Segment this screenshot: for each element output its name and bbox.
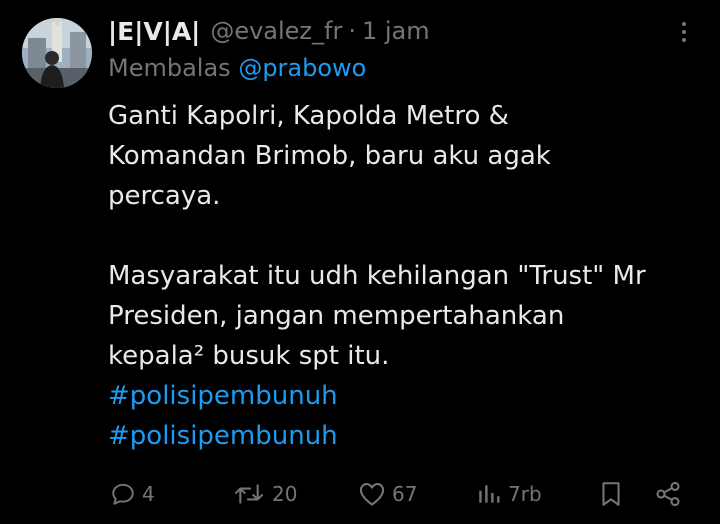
reply-count: 4 bbox=[142, 482, 155, 506]
text-line: kepala² busuk spt itu. bbox=[108, 341, 390, 371]
reply-button[interactable]: 4 bbox=[110, 476, 155, 512]
timestamp[interactable]: 1 jam bbox=[362, 17, 430, 45]
bookmark-button[interactable] bbox=[598, 476, 624, 512]
tweet-header: |E|V|A| @evalez_fr · 1 jam bbox=[108, 12, 430, 50]
paragraph-2: Masyarakat itu udh kehilangan "Trust" Mr… bbox=[108, 256, 698, 376]
like-count: 67 bbox=[392, 482, 418, 506]
like-button[interactable]: 67 bbox=[358, 476, 417, 512]
user-handle[interactable]: @evalez_fr bbox=[210, 17, 342, 45]
share-icon bbox=[654, 480, 682, 508]
action-bar: 4 20 67 7rb bbox=[108, 476, 698, 512]
paragraph-1: Ganti Kapolri, Kapolda Metro & Komandan … bbox=[108, 96, 698, 216]
repost-count: 20 bbox=[272, 482, 298, 506]
avatar[interactable] bbox=[22, 18, 92, 88]
views-button[interactable]: 7rb bbox=[476, 476, 542, 512]
reply-prefix: Membalas bbox=[108, 54, 231, 82]
bookmark-icon bbox=[598, 480, 624, 508]
text-line: Ganti Kapolri, Kapolda Metro & bbox=[108, 101, 509, 131]
reply-mention[interactable]: @prabowo bbox=[238, 54, 366, 82]
hashtag-link[interactable]: #polisipembunuh bbox=[108, 416, 698, 456]
repost-icon bbox=[232, 481, 266, 507]
hashtag-link[interactable]: #polisipembunuh bbox=[108, 376, 698, 416]
more-icon[interactable] bbox=[674, 18, 694, 46]
display-name[interactable]: |E|V|A| bbox=[108, 17, 200, 46]
reply-context: Membalas @prabowo bbox=[108, 54, 366, 82]
separator: · bbox=[348, 17, 356, 45]
repost-button[interactable]: 20 bbox=[232, 476, 297, 512]
text-line: Masyarakat itu udh kehilangan "Trust" Mr bbox=[108, 261, 646, 291]
views-icon bbox=[476, 481, 502, 507]
tweet-text: Ganti Kapolri, Kapolda Metro & Komandan … bbox=[108, 96, 698, 456]
reply-icon bbox=[110, 481, 136, 507]
views-count: 7rb bbox=[508, 482, 542, 506]
text-line: Komandan Brimob, baru aku agak bbox=[108, 141, 551, 171]
like-icon bbox=[358, 481, 386, 507]
text-line: Presiden, jangan mempertahankan bbox=[108, 301, 565, 331]
share-button[interactable] bbox=[654, 476, 682, 512]
text-line: percaya. bbox=[108, 181, 221, 211]
